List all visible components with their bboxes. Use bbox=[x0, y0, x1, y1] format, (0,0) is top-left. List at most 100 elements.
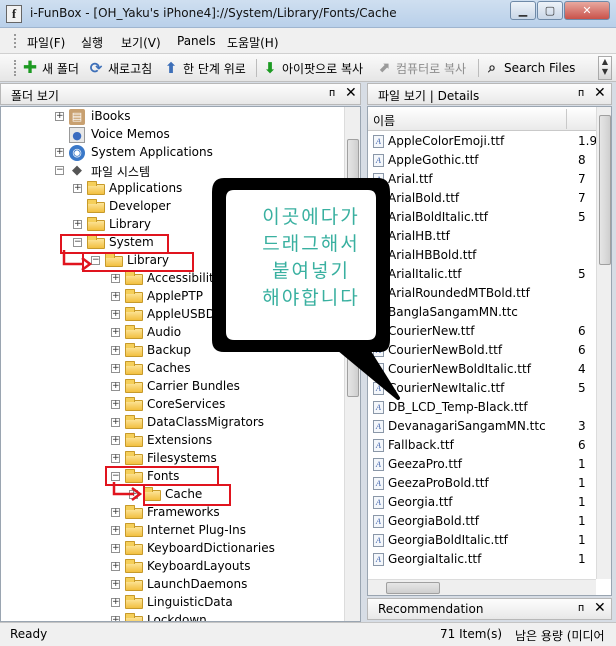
refresh-button[interactable]: ⟳ 새로고침 bbox=[88, 59, 152, 77]
file-row[interactable]: A BanglaSangamMN.ttc bbox=[368, 303, 596, 322]
file-row[interactable]: A Georgia.ttf 1 bbox=[368, 493, 596, 512]
file-row[interactable]: A DevanagariSangamMN.ttc 3 bbox=[368, 417, 596, 436]
tree-item-label: Extensions bbox=[147, 433, 213, 447]
expand-icon[interactable]: + bbox=[55, 112, 64, 121]
close-panel-icon[interactable]: ✕ bbox=[594, 85, 606, 101]
expand-icon[interactable]: + bbox=[73, 220, 82, 229]
collapse-icon[interactable]: − bbox=[73, 238, 82, 247]
file-row[interactable]: A AppleGothic.ttf 8 bbox=[368, 151, 596, 170]
menu-panels[interactable]: Panels bbox=[177, 34, 216, 48]
expand-icon[interactable]: + bbox=[111, 400, 120, 409]
file-row[interactable]: A ArialBoldItalic.ttf 5 bbox=[368, 208, 596, 227]
menu-file[interactable]: 파일(F) bbox=[27, 34, 65, 51]
close-window-button[interactable]: ✕ bbox=[564, 1, 610, 20]
expand-icon[interactable]: + bbox=[111, 346, 120, 355]
file-row[interactable]: A CourierNewBoldItalic.ttf 4 bbox=[368, 360, 596, 379]
column-separator[interactable] bbox=[566, 109, 567, 129]
file-row[interactable]: A ArialRoundedMTBold.ttf bbox=[368, 284, 596, 303]
toolbar-overflow-button[interactable]: ▲ ▼ bbox=[598, 56, 612, 80]
file-row[interactable]: A GeorgiaBold.ttf 1 bbox=[368, 512, 596, 531]
collapse-icon[interactable]: − bbox=[111, 472, 120, 481]
close-panel-icon[interactable]: ✕ bbox=[345, 85, 357, 101]
font-file-icon: A bbox=[373, 420, 384, 433]
folder-tree: + ▤ iBooks ● Voice Memos + ◉ System Application… bbox=[0, 106, 361, 622]
file-vertical-scrollbar[interactable] bbox=[596, 107, 611, 579]
file-row[interactable]: A ArialItalic.ttf 5 bbox=[368, 265, 596, 284]
file-row[interactable]: A Arial.ttf 7 bbox=[368, 170, 596, 189]
maximize-button[interactable]: ▢ bbox=[537, 1, 563, 20]
file-size: 1.9 bbox=[578, 134, 598, 148]
close-panel-icon[interactable]: ✕ bbox=[594, 600, 606, 616]
expand-icon[interactable]: + bbox=[111, 274, 120, 283]
expand-icon[interactable]: + bbox=[111, 310, 120, 319]
pin-icon[interactable]: ᴨ bbox=[578, 86, 584, 99]
pin-icon[interactable]: ᴨ bbox=[578, 601, 584, 614]
file-size: 1 bbox=[578, 476, 586, 490]
expand-icon[interactable]: + bbox=[111, 436, 120, 445]
file-row[interactable]: A GeorgiaItalic.ttf 1 bbox=[368, 550, 596, 569]
expand-icon[interactable]: + bbox=[111, 328, 120, 337]
file-row[interactable]: A DB_LCD_Temp-Black.ttf bbox=[368, 398, 596, 417]
search-files-button[interactable]: ⌕ Search Files bbox=[484, 59, 575, 77]
file-size: 7 bbox=[578, 172, 586, 186]
menu-view[interactable]: 보기(V) bbox=[121, 34, 161, 51]
file-scroll-thumb[interactable] bbox=[599, 115, 611, 265]
expand-icon[interactable]: + bbox=[111, 580, 120, 589]
file-horizontal-scrollbar[interactable] bbox=[368, 579, 596, 595]
file-row[interactable]: A CourierNew.ttf 6 bbox=[368, 322, 596, 341]
file-row[interactable]: A AppleColorEmoji.ttf 1.9 bbox=[368, 132, 598, 151]
file-row[interactable]: A ArialHB.ttf bbox=[368, 227, 596, 246]
file-name: ArialItalic.ttf bbox=[388, 267, 462, 281]
expand-icon[interactable]: + bbox=[111, 364, 120, 373]
up-level-button[interactable]: ⬆ 한 단계 위로 bbox=[163, 59, 246, 77]
new-folder-button[interactable]: ✚ 새 폴더 bbox=[22, 59, 79, 77]
file-size: 6 bbox=[578, 324, 586, 338]
expand-icon[interactable]: + bbox=[111, 454, 120, 463]
expand-icon[interactable]: + bbox=[111, 382, 120, 391]
toolbar-separator bbox=[256, 59, 257, 77]
file-hscroll-thumb[interactable] bbox=[386, 582, 440, 594]
expand-icon[interactable]: + bbox=[111, 508, 120, 517]
menu-grip[interactable] bbox=[14, 34, 17, 48]
file-row[interactable]: A Fallback.ttf 6 bbox=[368, 436, 596, 455]
column-name-header[interactable]: 이름 bbox=[373, 112, 395, 129]
column-header[interactable]: 이름 bbox=[368, 107, 611, 131]
expand-icon[interactable]: + bbox=[111, 292, 120, 301]
menu-run[interactable]: 실행 bbox=[81, 34, 103, 51]
file-size: 1 bbox=[578, 552, 586, 566]
folder-icon bbox=[125, 541, 143, 555]
file-row[interactable]: A GeezaPro.ttf 1 bbox=[368, 455, 596, 474]
font-file-icon: A bbox=[373, 306, 384, 319]
expand-icon[interactable]: + bbox=[111, 418, 120, 427]
expand-icon[interactable]: + bbox=[111, 598, 120, 607]
search-files-label: Search Files bbox=[504, 61, 576, 75]
copy-to-device-button[interactable]: ⬇ 아이팟으로 복사 bbox=[262, 59, 363, 77]
collapse-icon[interactable]: − bbox=[55, 166, 64, 175]
file-row[interactable]: A CourierNewBold.ttf 6 bbox=[368, 341, 596, 360]
tree-item-label: Caches bbox=[147, 361, 191, 375]
minimize-button[interactable]: ▁ bbox=[510, 1, 536, 20]
file-row[interactable]: A CourierNewItalic.ttf 5 bbox=[368, 379, 596, 398]
menu-help[interactable]: 도움말(H) bbox=[227, 34, 279, 51]
expand-icon[interactable]: + bbox=[73, 184, 82, 193]
pin-icon[interactable]: ᴨ bbox=[329, 86, 335, 99]
expand-icon[interactable]: + bbox=[55, 148, 64, 157]
file-row[interactable]: A GeorgiaBoldItalic.ttf 1 bbox=[368, 531, 596, 550]
tree-vertical-scrollbar[interactable] bbox=[344, 107, 360, 621]
expand-icon[interactable]: + bbox=[129, 490, 138, 499]
file-name: GeezaPro.ttf bbox=[388, 457, 462, 471]
copy-to-pc-label: 컴퓨터로 복사 bbox=[396, 61, 467, 76]
collapse-icon[interactable]: − bbox=[91, 256, 100, 265]
folder-icon bbox=[125, 595, 143, 609]
toolbar-grip[interactable] bbox=[14, 60, 17, 76]
expand-icon[interactable]: + bbox=[111, 562, 120, 571]
file-name: CourierNewBoldItalic.ttf bbox=[388, 362, 531, 376]
copy-to-pc-button[interactable]: ⬈ 컴퓨터로 복사 bbox=[376, 59, 466, 77]
expand-icon[interactable]: + bbox=[111, 544, 120, 553]
folder-icon bbox=[125, 523, 143, 537]
file-row[interactable]: A ArialBold.ttf 7 bbox=[368, 189, 596, 208]
expand-icon[interactable]: + bbox=[111, 526, 120, 535]
window-title: i-FunBox - [OH_Yaku's iPhone4]://System/… bbox=[30, 6, 397, 20]
file-row[interactable]: A GeezaProBold.ttf 1 bbox=[368, 474, 596, 493]
file-row[interactable]: A ArialHBBold.ttf bbox=[368, 246, 596, 265]
